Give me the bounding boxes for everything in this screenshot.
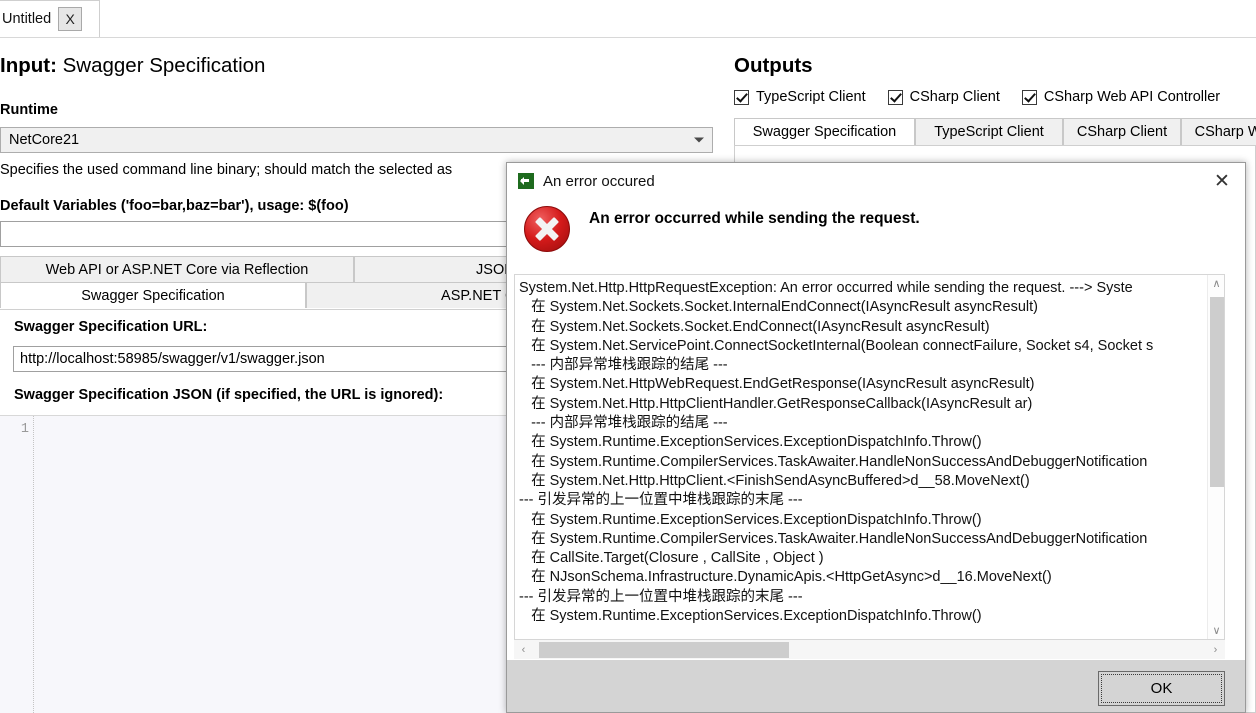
- runtime-hint: Specifies the used command line binary; …: [0, 162, 452, 178]
- stack-trace-line: 在 System.Net.Http.HttpClient.<FinishSend…: [519, 472, 1206, 491]
- dialog-title-bar[interactable]: An error occured ✕: [507, 163, 1245, 199]
- stack-trace-line: 在 System.Runtime.ExceptionServices.Excep…: [519, 607, 1206, 626]
- stack-trace-line: 在 System.Net.Http.HttpClientHandler.GetR…: [519, 395, 1206, 414]
- tab-swagger-specification-label: Swagger Specification: [81, 288, 224, 304]
- stack-trace-line: --- 引发异常的上一位置中堆栈跟踪的末尾 ---: [519, 588, 1206, 607]
- output-tab-typescript-client[interactable]: TypeScript Client: [915, 118, 1063, 145]
- checkbox-icon[interactable]: [734, 90, 749, 105]
- checkbox-csharp-web-api-controller[interactable]: CSharp Web API Controller: [1022, 89, 1220, 105]
- checkbox-csharp-client-label: CSharp Client: [910, 89, 1000, 105]
- stack-trace-line: --- 内部异常堆栈跟踪的结尾 ---: [519, 414, 1206, 433]
- error-circle-icon: [524, 206, 570, 252]
- green-arrow-icon: [518, 173, 534, 189]
- output-tab-swagger-specification-label: Swagger Specification: [753, 124, 896, 140]
- stack-trace-line: 在 System.Runtime.CompilerServices.TaskAw…: [519, 453, 1206, 472]
- scroll-left-icon[interactable]: ‹: [514, 640, 533, 659]
- stack-trace-text: System.Net.Http.HttpRequestException: An…: [519, 279, 1206, 626]
- stack-trace-line: --- 引发异常的上一位置中堆栈跟踪的末尾 ---: [519, 491, 1206, 510]
- tab-web-api-reflection-label: Web API or ASP.NET Core via Reflection: [46, 262, 309, 278]
- document-tab-strip: Untitled X: [0, 0, 1256, 38]
- output-tab-swagger-specification[interactable]: Swagger Specification: [734, 118, 915, 145]
- checkbox-icon[interactable]: [1022, 90, 1037, 105]
- document-tab-untitled[interactable]: Untitled X: [0, 0, 100, 38]
- error-dialog: An error occured ✕ An error occurred whi…: [506, 162, 1246, 713]
- chevron-down-icon: [694, 138, 704, 143]
- outputs-checkbox-group: TypeScript Client CSharp Client CSharp W…: [734, 89, 1242, 105]
- checkbox-icon[interactable]: [888, 90, 903, 105]
- scroll-right-icon[interactable]: ›: [1206, 640, 1225, 659]
- focus-outline: [1101, 674, 1222, 703]
- editor-gutter: 1: [0, 416, 34, 713]
- swagger-json-label: Swagger Specification JSON (if specified…: [14, 387, 443, 403]
- dialog-footer: OK: [507, 659, 1245, 712]
- stack-trace-line: 在 System.Net.Sockets.Socket.EndConnect(I…: [519, 318, 1206, 337]
- stack-trace-line: 在 CallSite.Target(Closure , CallSite , O…: [519, 549, 1206, 568]
- page-title: Input: Swagger Specification: [0, 54, 265, 78]
- stack-trace-hscroll-thumb[interactable]: [539, 642, 789, 658]
- output-tab-csharp-web[interactable]: CSharp Web: [1181, 118, 1256, 145]
- ok-button[interactable]: OK: [1098, 671, 1225, 706]
- close-icon[interactable]: X: [58, 7, 82, 31]
- output-tab-csharp-client-label: CSharp Client: [1077, 124, 1167, 140]
- page-title-prefix: Input:: [0, 54, 57, 77]
- dialog-title: An error occured: [543, 173, 655, 190]
- page-title-value: Swagger Specification: [63, 54, 266, 77]
- stack-trace-line: 在 System.Net.HttpWebRequest.EndGetRespon…: [519, 375, 1206, 394]
- output-tab-csharp-client[interactable]: CSharp Client: [1063, 118, 1181, 145]
- swagger-url-label: Swagger Specification URL:: [14, 319, 207, 335]
- stack-trace-vertical-scrollbar[interactable]: ∧ ∨: [1207, 275, 1224, 639]
- outputs-heading: Outputs: [734, 54, 813, 78]
- stack-trace-line: 在 System.Net.ServicePoint.ConnectSocketI…: [519, 337, 1206, 356]
- stack-trace-line: 在 System.Runtime.ExceptionServices.Excep…: [519, 511, 1206, 530]
- close-icon[interactable]: ✕: [1199, 163, 1245, 199]
- checkbox-typescript-client-label: TypeScript Client: [756, 89, 866, 105]
- swagger-url-value: http://localhost:58985/swagger/v1/swagge…: [14, 351, 325, 367]
- checkbox-csharp-web-api-controller-label: CSharp Web API Controller: [1044, 89, 1220, 105]
- document-tab-title: Untitled: [2, 11, 51, 27]
- output-tab-typescript-client-label: TypeScript Client: [934, 124, 1044, 140]
- runtime-label: Runtime: [0, 102, 58, 118]
- tab-swagger-specification[interactable]: Swagger Specification: [0, 282, 306, 308]
- stack-trace-box[interactable]: System.Net.Http.HttpRequestException: An…: [514, 274, 1225, 640]
- scroll-down-icon[interactable]: ∨: [1208, 622, 1225, 639]
- stack-trace-horizontal-scrollbar[interactable]: ‹ ›: [514, 640, 1225, 659]
- stack-trace-line: 在 NJsonSchema.Infrastructure.DynamicApis…: [519, 568, 1206, 587]
- runtime-combobox-value: NetCore21: [1, 132, 79, 148]
- runtime-combobox[interactable]: NetCore21: [0, 127, 713, 153]
- output-tab-csharp-web-label: CSharp Web: [1195, 124, 1256, 140]
- editor-line-number: 1: [21, 422, 29, 437]
- checkbox-typescript-client[interactable]: TypeScript Client: [734, 89, 866, 105]
- outputs-tabs: Swagger Specification TypeScript Client …: [734, 118, 1256, 145]
- checkbox-csharp-client[interactable]: CSharp Client: [888, 89, 1000, 105]
- stack-trace-line: --- 内部异常堆栈跟踪的结尾 ---: [519, 356, 1206, 375]
- stack-trace-line: 在 System.Runtime.CompilerServices.TaskAw…: [519, 530, 1206, 549]
- default-variables-label: Default Variables ('foo=bar,baz=bar'), u…: [0, 198, 349, 214]
- stack-trace-vscroll-thumb[interactable]: [1210, 297, 1224, 487]
- stack-trace-line: System.Net.Http.HttpRequestException: An…: [519, 279, 1206, 298]
- scroll-up-icon[interactable]: ∧: [1208, 275, 1225, 292]
- application-window: Untitled X Input: Swagger Specification …: [0, 0, 1256, 713]
- stack-trace-line: 在 System.Runtime.ExceptionServices.Excep…: [519, 433, 1206, 452]
- stack-trace-line: 在 System.Net.Sockets.Socket.InternalEndC…: [519, 298, 1206, 317]
- tab-web-api-reflection[interactable]: Web API or ASP.NET Core via Reflection: [0, 256, 354, 282]
- dialog-message: An error occurred while sending the requ…: [589, 210, 920, 228]
